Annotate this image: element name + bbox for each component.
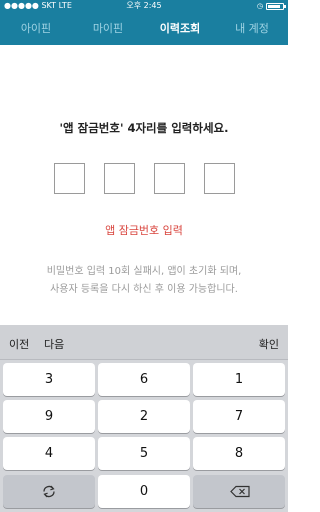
pin-digit-2[interactable]: [103, 163, 135, 194]
key-5[interactable]: 5: [98, 437, 190, 470]
tab-ipin[interactable]: 아이핀: [0, 12, 72, 45]
tab-mypin[interactable]: 마이핀: [72, 12, 144, 45]
backspace-key[interactable]: [193, 475, 285, 508]
reset-notice: 비밀번호 입력 10회 실패시, 앱이 초기화 되며, 사용자 등록을 다시 하…: [0, 263, 288, 299]
status-bar: ●●●●● SKT LTE 오후 2:45 ◷: [0, 0, 288, 12]
pin-boxes: [0, 163, 288, 194]
prev-button[interactable]: 이전: [9, 336, 29, 352]
pin-prompt: '앱 잠금번호' 4자리를 입력하세요.: [59, 121, 229, 135]
key-2[interactable]: 2: [98, 400, 190, 433]
pin-error-message: 앱 잠금번호 입력: [105, 224, 183, 237]
tab-my-account[interactable]: 내 계정: [216, 12, 288, 45]
alarm-icon: ◷: [256, 2, 263, 10]
backspace-icon: [230, 485, 250, 498]
status-right: ◷: [256, 0, 286, 12]
top-tab-bar: 아이핀 마이핀 이력조회 내 계정: [0, 12, 288, 45]
notice-line-1: 비밀번호 입력 10회 실패시, 앱이 초기화 되며,: [46, 266, 242, 277]
keyboard-toolbar: 이전 다음 확인: [0, 325, 288, 360]
key-3[interactable]: 3: [3, 363, 95, 396]
key-4[interactable]: 4: [3, 437, 95, 470]
key-1[interactable]: 1: [193, 363, 285, 396]
status-time: 오후 2:45: [126, 1, 162, 10]
pin-digit-3[interactable]: [153, 163, 185, 194]
shuffle-key[interactable]: [3, 475, 95, 508]
key-7[interactable]: 7: [193, 400, 285, 433]
pin-digit-4[interactable]: [203, 163, 235, 194]
numeric-keyboard: 이전 다음 확인 3 6 1 9 2 7 4 5 8 0: [0, 325, 288, 512]
battery-icon: [266, 2, 286, 10]
refresh-icon: [43, 485, 55, 498]
done-button[interactable]: 확인: [259, 336, 279, 352]
key-8[interactable]: 8: [193, 437, 285, 470]
key-9[interactable]: 9: [3, 400, 95, 433]
pin-digit-1[interactable]: [53, 163, 85, 194]
key-0[interactable]: 0: [98, 475, 190, 508]
notice-line-2: 사용자 등록을 다시 하신 후 이용 가능합니다.: [50, 284, 238, 295]
key-6[interactable]: 6: [98, 363, 190, 396]
next-button[interactable]: 다음: [44, 336, 64, 352]
tab-history[interactable]: 이력조회: [144, 12, 216, 45]
